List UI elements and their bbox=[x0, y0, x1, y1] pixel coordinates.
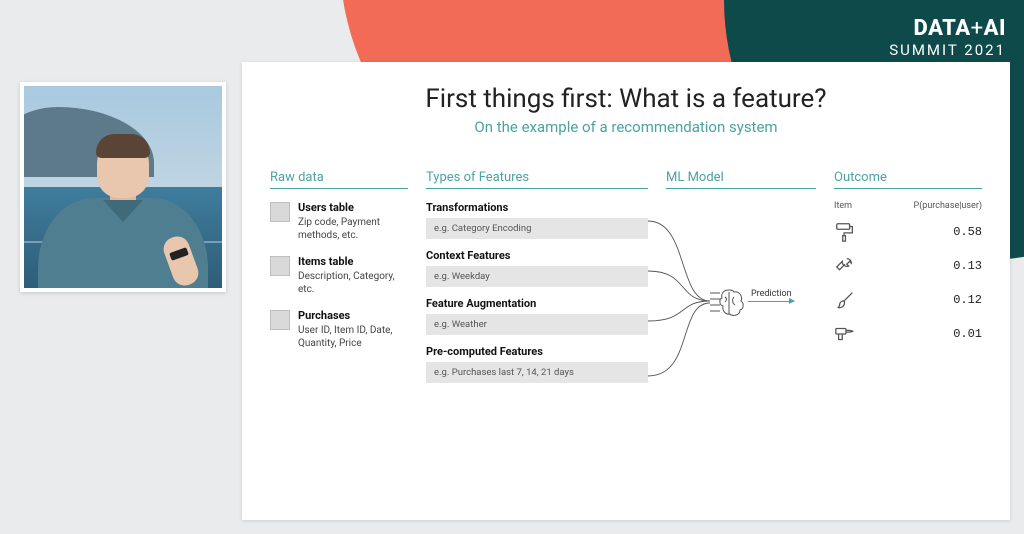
table-icon bbox=[270, 310, 290, 330]
raw-item-desc: Zip code, Payment methods, etc. bbox=[298, 217, 380, 242]
raw-item-desc: User ID, Item ID, Date, Quantity, Price bbox=[298, 325, 392, 350]
feature-group: Pre-computed Features e.g. Purchases las… bbox=[426, 345, 648, 383]
raw-item-title: Purchases bbox=[298, 309, 408, 324]
event-logo-line2: SUMMIT 2021 bbox=[889, 41, 1006, 59]
slide-subtitle: On the example of a recommendation syste… bbox=[270, 118, 982, 136]
outcome-header-item: Item bbox=[834, 201, 852, 211]
raw-item-title: Items table bbox=[298, 255, 408, 270]
paint-brush-icon bbox=[834, 289, 856, 311]
presentation-slide: First things first: What is a feature? O… bbox=[242, 62, 1010, 520]
prediction-label: Prediction bbox=[751, 289, 792, 299]
outcome-row: 0.13 bbox=[834, 255, 982, 277]
raw-data-item: Purchases User ID, Item ID, Date, Quanti… bbox=[270, 309, 408, 351]
column-heading: Raw data bbox=[270, 170, 408, 189]
speaker-video-thumbnail bbox=[20, 82, 226, 292]
event-logo: DATA+AI SUMMIT 2021 bbox=[889, 16, 1006, 59]
outcome-header-prob: P(purchase|user) bbox=[914, 201, 982, 211]
feature-example: e.g. Purchases last 7, 14, 21 days bbox=[426, 362, 648, 383]
feature-example: e.g. Weather bbox=[426, 314, 648, 335]
outcome-value: 0.58 bbox=[953, 225, 982, 239]
outcome-row: 0.58 bbox=[834, 221, 982, 243]
raw-data-item: Items table Description, Category, etc. bbox=[270, 255, 408, 297]
outcome-row: 0.01 bbox=[834, 323, 982, 345]
feature-example: e.g. Category Encoding bbox=[426, 218, 648, 239]
feature-group: Feature Augmentation e.g. Weather bbox=[426, 297, 648, 335]
column-model: ML Model bbox=[666, 170, 816, 411]
column-features: Types of Features Transformations e.g. C… bbox=[426, 170, 648, 411]
outcome-value: 0.12 bbox=[953, 293, 982, 307]
wrench-icon bbox=[834, 255, 856, 277]
feature-example: e.g. Weekday bbox=[426, 266, 648, 287]
feature-group: Context Features e.g. Weekday bbox=[426, 249, 648, 287]
brain-icon bbox=[710, 287, 748, 319]
raw-item-desc: Description, Category, etc. bbox=[298, 271, 395, 296]
feature-label: Pre-computed Features bbox=[426, 345, 648, 358]
slide-title: First things first: What is a feature? bbox=[270, 84, 982, 114]
column-heading: Outcome bbox=[834, 170, 982, 189]
drill-icon bbox=[834, 323, 856, 345]
raw-data-item: Users table Zip code, Payment methods, e… bbox=[270, 201, 408, 243]
paint-roller-icon bbox=[834, 221, 856, 243]
event-logo-line1: DATA+AI bbox=[889, 16, 1006, 41]
outcome-row: 0.12 bbox=[834, 289, 982, 311]
feature-label: Transformations bbox=[426, 201, 648, 214]
column-outcome: Outcome Item P(purchase|user) 0.58 bbox=[834, 170, 982, 411]
column-heading: ML Model bbox=[666, 170, 816, 189]
raw-item-title: Users table bbox=[298, 201, 408, 216]
outcome-value: 0.13 bbox=[953, 259, 982, 273]
table-icon bbox=[270, 256, 290, 276]
feature-group: Transformations e.g. Category Encoding bbox=[426, 201, 648, 239]
column-heading: Types of Features bbox=[426, 170, 648, 189]
feature-label: Feature Augmentation bbox=[426, 297, 648, 310]
arrow-right-icon bbox=[748, 301, 794, 302]
feature-label: Context Features bbox=[426, 249, 648, 262]
table-icon bbox=[270, 202, 290, 222]
column-raw-data: Raw data Users table Zip code, Payment m… bbox=[270, 170, 408, 411]
outcome-value: 0.01 bbox=[953, 327, 982, 341]
